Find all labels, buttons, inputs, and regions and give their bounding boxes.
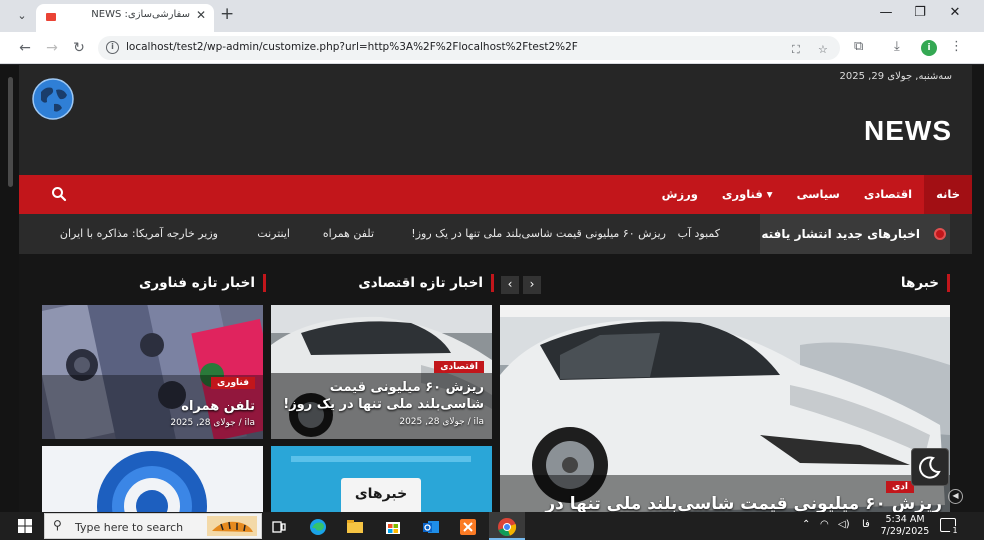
- edge-browser-icon[interactable]: [307, 516, 329, 538]
- section-title-economy: اخبار تازه اقتصادی: [358, 274, 494, 292]
- taskbar-search-box[interactable]: ⚲ Type here to search: [44, 513, 262, 539]
- reload-icon[interactable]: ↻: [69, 38, 89, 58]
- breaking-news-ticker: ت کمبود آب ریزش ۶۰ میلیونی قیمت شاسی‌بلن…: [19, 214, 972, 254]
- address-bar[interactable]: i localhost/test2/wp-admin/customize.php…: [98, 36, 840, 60]
- search-icon[interactable]: [51, 186, 67, 202]
- news-logo-image: [271, 446, 492, 512]
- search-icon: ⚲: [53, 518, 62, 532]
- task-view-icon[interactable]: [268, 516, 290, 538]
- outlook-icon[interactable]: [420, 516, 442, 538]
- featured-card-title[interactable]: ریزش ۶۰ میلیونی قیمت شاسی‌بلند ملی تنها …: [545, 496, 942, 513]
- tab-search-chevron-icon[interactable]: ⌄: [12, 6, 32, 26]
- scrollbar-thumb[interactable]: [8, 77, 13, 187]
- dark-mode-toggle[interactable]: [911, 448, 949, 486]
- volume-icon[interactable]: ◁): [838, 519, 850, 530]
- site-viewport: سه‌شنبه, جولای 29, 2025 NEWS خانه اقتصاد…: [0, 65, 984, 512]
- news-card[interactable]: خبرهای: [271, 446, 492, 512]
- nav-item-politics[interactable]: سیاسی: [785, 175, 852, 214]
- collapse-arrow-icon[interactable]: ◀: [948, 489, 963, 504]
- translate-icon[interactable]: ⛶: [792, 43, 800, 57]
- nav-item-home[interactable]: خانه: [924, 175, 972, 214]
- globe-logo-icon[interactable]: [32, 78, 74, 120]
- wifi-icon[interactable]: ◠: [820, 519, 829, 530]
- section-title-news: خبرها: [901, 274, 950, 292]
- nav-item-technology-label: فناوری: [721, 187, 763, 201]
- nav-item-economy[interactable]: اقتصادی: [852, 175, 924, 214]
- downloads-icon[interactable]: ⤓: [894, 39, 900, 54]
- ticker-label: اخبارهای جدید انتشار یافته: [760, 214, 950, 254]
- minimize-icon[interactable]: —: [874, 5, 898, 20]
- favicon-icon: [46, 13, 56, 21]
- clock-time: 5:34 AM: [885, 514, 925, 525]
- live-dot-icon: [934, 228, 946, 240]
- header-date: سه‌شنبه, جولای 29, 2025: [839, 71, 952, 82]
- profile-avatar[interactable]: i: [921, 40, 937, 56]
- economy-card-meta: جولای 28, 2025 / ila: [399, 417, 484, 427]
- restore-icon[interactable]: ❐: [908, 5, 932, 20]
- section-title-technology: اخبار تازه فناوری: [139, 274, 266, 292]
- customizer-gutter: [0, 65, 19, 512]
- window-close-icon[interactable]: ✕: [943, 5, 967, 20]
- news-card[interactable]: [42, 446, 263, 512]
- nav-item-technology[interactable]: فناوری ▾: [710, 175, 785, 214]
- ticker-item[interactable]: کمبود آب: [678, 214, 720, 254]
- menu-kebab-icon[interactable]: ⋮: [950, 39, 963, 54]
- site-header: سه‌شنبه, جولای 29, 2025 NEWS: [19, 65, 972, 175]
- new-tab-icon[interactable]: +: [220, 4, 234, 24]
- microsoft-store-icon[interactable]: [382, 516, 404, 538]
- site-title[interactable]: NEWS: [864, 115, 952, 147]
- blue-logo-image: [42, 446, 263, 512]
- browser-tab[interactable]: سفارشی‌سازی: NEWS ✕: [36, 4, 214, 32]
- clock-date: 7/29/2025: [880, 526, 930, 537]
- language-indicator[interactable]: فا: [862, 519, 870, 530]
- browser-toolbar: ← → ↻ i localhost/test2/wp-admin/customi…: [0, 32, 984, 64]
- tech-card-meta: جولای 28, 2025 / ila: [170, 418, 255, 428]
- xampp-icon[interactable]: [457, 516, 479, 538]
- moon-icon: [919, 456, 941, 479]
- notification-count: 1: [950, 526, 960, 536]
- windows-start-icon[interactable]: [18, 519, 32, 533]
- category-badge[interactable]: فناوری: [211, 377, 255, 389]
- tab-title: سفارشی‌سازی: NEWS: [91, 9, 190, 20]
- tiger-illustration-icon: [207, 516, 257, 536]
- windows-taskbar: ⚲ Type here to search ⌃ ◠ ◁) فا 5:34 AM …: [0, 512, 984, 540]
- tech-card-title[interactable]: تلفن همراه: [181, 398, 255, 415]
- bookmark-star-icon[interactable]: ☆: [818, 43, 828, 56]
- taskbar-clock[interactable]: 5:34 AM 7/29/2025: [872, 514, 938, 538]
- chrome-icon[interactable]: [496, 516, 518, 538]
- taskbar-search-placeholder: Type here to search: [75, 521, 184, 534]
- nav-item-sports[interactable]: ورزش: [650, 175, 710, 214]
- featured-car-image: [500, 305, 950, 512]
- category-badge[interactable]: ادی: [886, 481, 914, 493]
- caret-down-icon: ▾: [766, 187, 773, 201]
- featured-news-card[interactable]: ادی ریزش ۶۰ میلیونی قیمت شاسی‌بلند ملی ت…: [500, 305, 950, 512]
- file-explorer-icon[interactable]: [344, 516, 366, 538]
- extensions-icon[interactable]: ⧉: [854, 39, 863, 54]
- main-nav: خانه اقتصادی سیاسی فناوری ▾ ورزش: [19, 175, 972, 214]
- tray-chevron-icon[interactable]: ⌃: [802, 519, 810, 530]
- tab-close-icon[interactable]: ✕: [196, 8, 206, 22]
- slider-prev-icon[interactable]: ‹: [501, 276, 519, 294]
- address-url[interactable]: localhost/test2/wp-admin/customize.php?u…: [126, 41, 578, 53]
- economy-news-card[interactable]: اقتصادی ریزش ۶۰ میلیونی قیمت شاسی‌بلند م…: [271, 305, 492, 439]
- ticker-item[interactable]: تلفن همراه: [323, 214, 374, 254]
- tech-news-card[interactable]: فناوری تلفن همراه جولای 28, 2025 / ila: [42, 305, 263, 439]
- economy-card-title[interactable]: ریزش ۶۰ میلیونی قیمت شاسی‌بلند ملی تنها …: [279, 379, 484, 413]
- site-info-icon[interactable]: i: [106, 41, 119, 54]
- nav-menu: خانه اقتصادی سیاسی فناوری ▾ ورزش: [650, 175, 972, 214]
- ticker-item[interactable]: ریزش ۶۰ میلیونی قیمت شاسی‌بلند ملی تنها …: [411, 214, 666, 254]
- slider-next-icon[interactable]: ›: [523, 276, 541, 294]
- content-area: خبرها › ‹ اخبار تازه اقتصادی اخبار تازه …: [19, 254, 972, 512]
- category-badge[interactable]: اقتصادی: [434, 361, 484, 373]
- ticker-item[interactable]: وزیر خارجه آمریکا: مذاکره با ایران: [60, 214, 218, 254]
- news-logo-text: خبرهای: [354, 486, 408, 502]
- back-arrow-icon[interactable]: ←: [15, 38, 35, 58]
- browser-tab-bar: ⌄ سفارشی‌سازی: NEWS ✕ + — ❐ ✕: [0, 0, 984, 32]
- ticker-item[interactable]: اینترنت: [257, 214, 290, 254]
- forward-arrow-icon[interactable]: →: [42, 38, 62, 58]
